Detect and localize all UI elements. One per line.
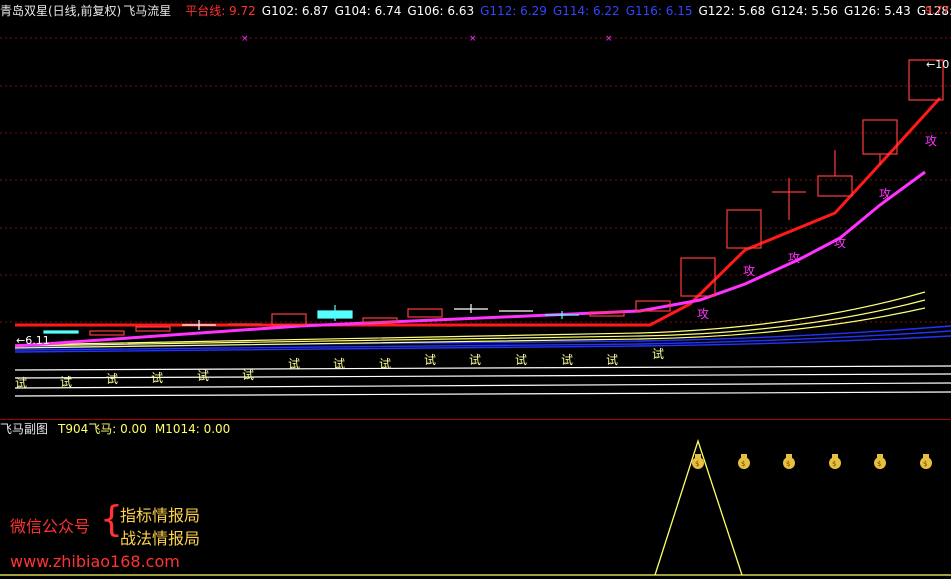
money-bag-icon: $ — [738, 454, 750, 469]
attack-label: 攻 — [925, 134, 937, 148]
attack-label: 攻 — [697, 307, 709, 321]
candle — [135, 326, 171, 332]
platform-line — [15, 96, 942, 327]
panel-divider — [0, 419, 951, 420]
svg-text:$: $ — [695, 460, 699, 468]
t904-value: T904飞马: 0.00 — [58, 422, 147, 436]
m1014-value: M1014: 0.00 — [154, 422, 231, 436]
probe-label: 试 — [469, 352, 481, 367]
candle — [680, 257, 716, 297]
website-link[interactable]: www.zhibiao168.com — [10, 552, 180, 571]
cross-marks: × × × — [241, 34, 613, 44]
money-bag-icon: $ — [783, 454, 795, 469]
probe-label: 试 — [106, 371, 118, 386]
wechat-label: 微信公众号 — [10, 517, 91, 536]
sub-chart-title: 飞马副图 — [0, 422, 49, 436]
probe-label: 试 — [242, 367, 254, 382]
main-chart[interactable]: × × × 试 试 试 试 试 试 试 试 试 试 试 试 试 试 试 攻 攻 … — [0, 0, 951, 419]
svg-text:$: $ — [923, 460, 927, 468]
probe-label: 试 — [424, 352, 436, 367]
svg-text:$: $ — [786, 460, 790, 468]
money-bag-icon: $ — [920, 454, 932, 469]
probe-label: 试 — [15, 375, 27, 390]
attack-label: 攻 — [879, 187, 891, 201]
low-price-marker: ←6.11 — [16, 334, 50, 347]
grid-lines — [0, 37, 951, 323]
money-bag-icon: $ — [874, 454, 886, 469]
probe-label: 试 — [288, 356, 300, 371]
cross-mark: × — [469, 34, 477, 44]
brand-lines: 指标情报局 战法情报局 — [120, 504, 200, 550]
probe-label: 试 — [652, 346, 664, 361]
svg-text:$: $ — [741, 460, 745, 468]
attack-label: 攻 — [788, 251, 800, 265]
probe-label: 试 — [333, 356, 345, 371]
probe-label: 试 — [379, 356, 391, 371]
money-bag-icons: $ $ $ $ $ $ — [692, 454, 932, 469]
money-bag-icon: $ — [692, 454, 704, 469]
candle — [407, 308, 443, 318]
probe-label: 试 — [151, 370, 163, 385]
probe-label: 试 — [515, 352, 527, 367]
brand-line-1: 指标情报局 — [120, 506, 201, 525]
candle — [43, 330, 79, 334]
sub-chart-header: 飞马副图 T904飞马: 0.00 M1014: 0.00 — [0, 421, 230, 437]
candle — [89, 330, 125, 336]
candle — [726, 209, 762, 249]
high-price-marker: ←10 — [926, 58, 949, 71]
svg-text:$: $ — [877, 460, 881, 468]
cross-mark: × — [605, 34, 613, 44]
attack-label: 攻 — [834, 236, 846, 250]
probe-label: 试 — [606, 352, 618, 367]
probe-label: 试 — [561, 352, 573, 367]
svg-text:$: $ — [832, 460, 836, 468]
candle — [271, 313, 307, 326]
cross-mark: × — [241, 34, 249, 44]
candles — [43, 59, 944, 336]
probe-label: 试 — [60, 374, 72, 389]
probe-label: 试 — [197, 368, 209, 383]
money-bag-icon: $ — [829, 454, 841, 469]
attack-label: 攻 — [743, 264, 755, 278]
candle — [817, 175, 853, 197]
brand-line-2: 战法情报局 — [120, 529, 201, 548]
